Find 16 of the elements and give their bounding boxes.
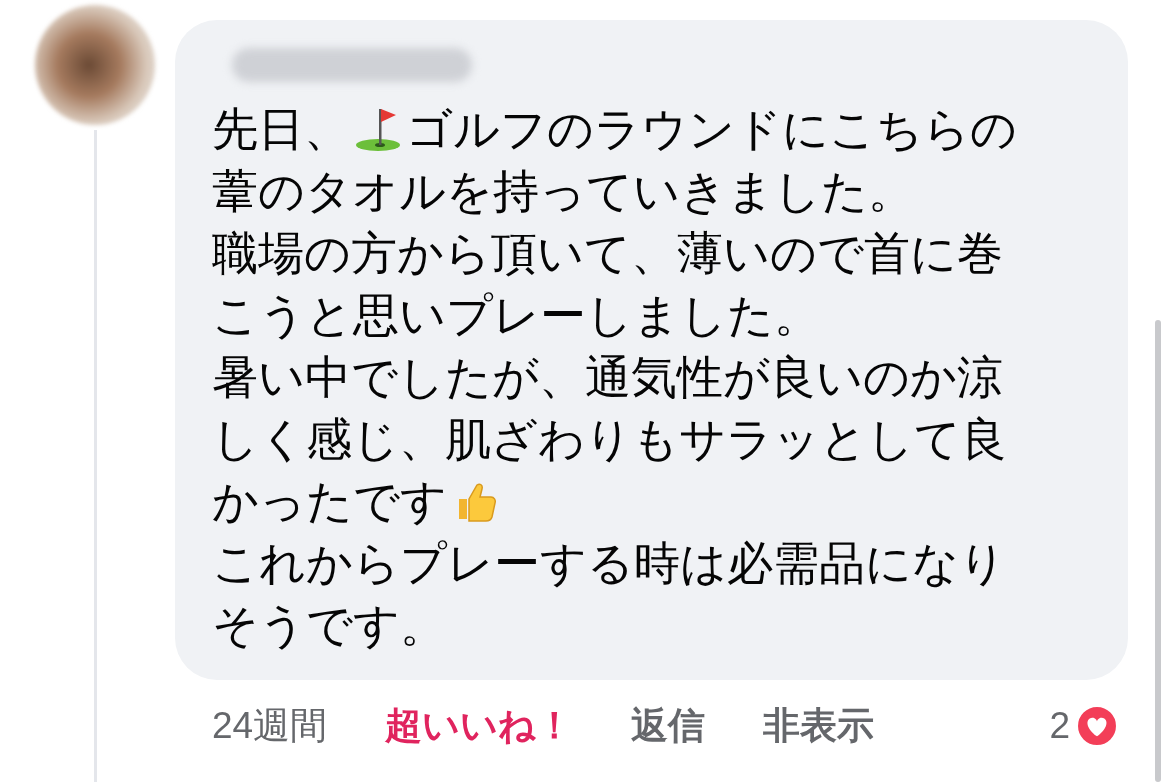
comment-text: これからプレーする時は必需品になり [212,536,1006,591]
timestamp: 24週間 [212,704,328,748]
reply-link[interactable]: 返信 [631,701,706,751]
reaction-count: 2 [1049,705,1070,747]
comment-text: そうです。 [212,598,446,653]
comment-text: 先日、 [212,102,350,157]
comment-text: こうと思いプレーしました。 [212,288,820,343]
comment-text: 暑い中でしたが、通気性が良いのか涼 [212,350,1003,405]
comment-text: しく感じ、肌ざわりもサラッとして良 [212,412,1007,467]
reaction-link[interactable]: 超いいね！ [385,701,574,751]
scroll-bar[interactable] [1155,320,1161,782]
comment-text: 葦のタオルを持っていきました。 [212,164,914,219]
comment-text: 職場の方から頂いて、薄いので首に巻 [212,226,1003,281]
comment-text: かったです [212,474,447,529]
comment-text: ゴルフのラウンドにこちらの [406,102,1017,157]
hide-link[interactable]: 非表示 [763,701,875,751]
